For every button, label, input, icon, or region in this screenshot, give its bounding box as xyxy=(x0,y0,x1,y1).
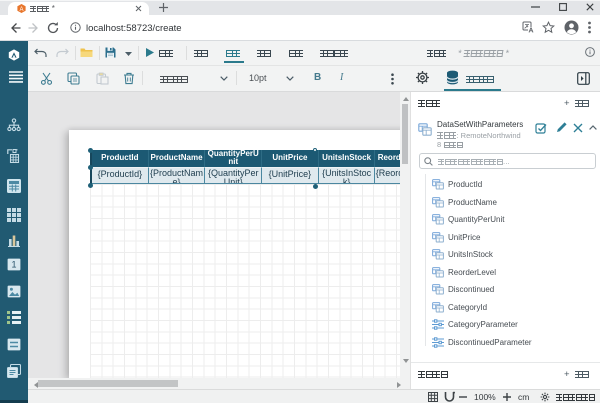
svg-text:1: 1 xyxy=(11,260,16,270)
svg-text:A: A xyxy=(19,7,23,13)
